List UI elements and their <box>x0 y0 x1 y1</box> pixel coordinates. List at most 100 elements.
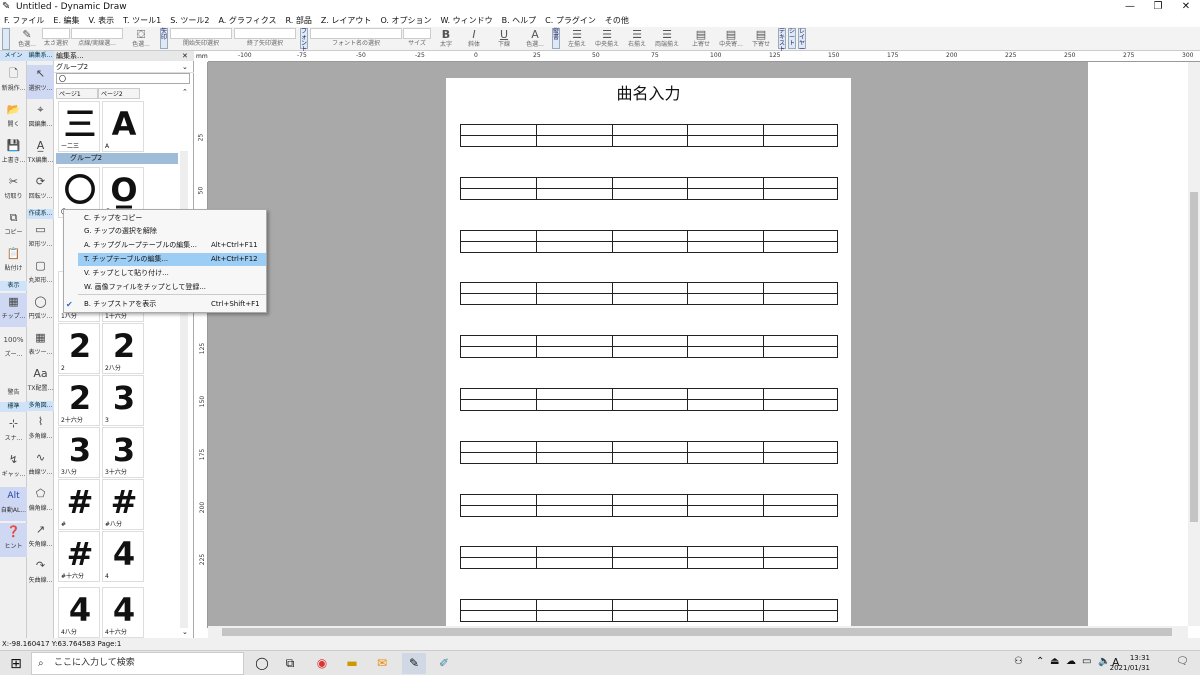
explorer-icon[interactable]: ▬ <box>340 653 364 674</box>
tray-up-icon[interactable]: ⌃ <box>1036 656 1044 667</box>
menu-view[interactable]: V. 表示 <box>89 14 115 27</box>
staff-table[interactable] <box>460 124 838 147</box>
text-vtab[interactable]: テキスト <box>778 28 786 53</box>
menu-layout[interactable]: Z. レイアウト <box>321 14 372 27</box>
cortana-icon[interactable]: ◯ <box>250 653 274 674</box>
staff-table[interactable] <box>460 599 838 623</box>
menu-tool2[interactable]: S. ツール2 <box>170 14 209 27</box>
snap-button[interactable]: ⊹ スナ... <box>0 415 27 449</box>
group-row[interactable]: グループ2 <box>56 153 178 164</box>
tab-page1[interactable]: ページ1 <box>56 88 98 99</box>
text-place-tool[interactable]: Aa TX配置... <box>27 365 54 399</box>
layer-vtab[interactable]: レイヤー <box>798 28 806 53</box>
rotate-tool[interactable]: ⟳ 回転ツ... <box>27 173 54 207</box>
windows-start-icon[interactable]: ⊞ <box>6 654 26 674</box>
staff-table[interactable] <box>460 229 838 253</box>
usb-icon[interactable]: ⏏ <box>1050 656 1059 667</box>
chip-tile[interactable]: 33 <box>102 375 144 426</box>
font-name-select[interactable]: フォント名の選択 <box>310 28 402 50</box>
network-icon[interactable]: ▭ <box>1082 656 1091 667</box>
menu-other[interactable]: その他 <box>605 14 629 27</box>
outlook-icon[interactable]: ✉ <box>370 653 394 674</box>
menu-plugin[interactable]: C. プラグイン <box>545 14 596 27</box>
chip-tile[interactable]: 3 3八分 <box>58 427 100 478</box>
fill-color-select[interactable]: ⛋ 色選... <box>126 28 156 50</box>
chrome-icon[interactable]: ◉ <box>310 653 334 674</box>
song-title[interactable]: 曲名入力 <box>446 80 851 104</box>
chip-tile[interactable]: # # <box>58 479 100 530</box>
line-width-select[interactable]: 太さ選択 <box>42 28 70 50</box>
context-menu-item[interactable]: C. チップをコピー <box>78 212 266 225</box>
chip-tile[interactable]: 4 4十六分 <box>102 587 144 638</box>
valign-bottom-button[interactable]: ▤ 下寄せ <box>748 28 774 50</box>
cut-button[interactable]: ✂ 切取り <box>0 173 27 207</box>
drawing-canvas[interactable]: 曲名入力 <box>208 62 1088 626</box>
chip-tile[interactable]: 3 3十六分 <box>102 427 144 478</box>
scroll-down-icon[interactable]: ⌄ <box>182 628 188 636</box>
dynamic-draw-icon[interactable]: ✎ <box>402 653 426 674</box>
context-menu-item[interactable]: T. チップテーブルの編集... Alt+Ctrl+F12 <box>78 253 266 266</box>
zoom-select[interactable]: 100% ズー... <box>0 331 27 365</box>
hint-button[interactable]: ❓ ヒント <box>0 523 27 557</box>
end-arrow-select[interactable]: 終了矢印選択 <box>234 28 296 50</box>
auto-align-button[interactable]: Alt 自動AL... <box>0 487 27 521</box>
chip-tile[interactable]: 44 <box>102 531 144 582</box>
arrow-line-tool[interactable]: ↗ 矢角線... <box>27 521 54 555</box>
line-type-select[interactable]: 点線/実線選... <box>71 28 123 50</box>
copy-button[interactable]: ⧉ コピー <box>0 209 27 243</box>
staff-table[interactable] <box>460 282 838 306</box>
open-button[interactable]: 📂 開く <box>0 101 27 135</box>
chip-tile[interactable]: 三ー二三 <box>58 101 100 152</box>
bold-button[interactable]: B 太字 <box>434 28 458 50</box>
align-center-button[interactable]: ☰ 中央揃え <box>592 28 622 50</box>
line-color-select[interactable]: ✎ 色選... <box>12 28 42 50</box>
people-icon[interactable]: ⚇ <box>1014 656 1023 667</box>
chip-tile[interactable]: # #十六分 <box>58 531 100 582</box>
arrow-vtab[interactable]: 矢印 <box>160 28 168 49</box>
close-button[interactable]: ✕ <box>1172 0 1200 14</box>
context-menu-item[interactable]: A. チップグループテーブルの編集... Alt+Ctrl+F11 <box>78 239 266 252</box>
menu-window[interactable]: W. ウィンドウ <box>441 14 493 27</box>
notification-icon[interactable]: 🗨 <box>1176 656 1189 667</box>
round-rect-tool[interactable]: ▢ 丸矩形... <box>27 257 54 291</box>
text-color-select[interactable]: A 色選... <box>520 28 550 50</box>
valign-top-button[interactable]: ▤ 上寄せ <box>688 28 714 50</box>
rect-tool[interactable]: ▭ 矩形ツ... <box>27 221 54 255</box>
menu-help[interactable]: B. ヘルプ <box>502 14 537 27</box>
staff-table[interactable] <box>460 176 838 200</box>
taskbar-search[interactable]: ⌕ ここに入力して検索 <box>31 652 244 675</box>
vertical-scrollbar[interactable] <box>1188 62 1200 626</box>
paste-button[interactable]: 📋 貼付け <box>0 245 27 279</box>
tab-page2[interactable]: ページ2 <box>98 88 140 99</box>
shape-edit-tool[interactable]: ⌖ 図編集... <box>27 101 54 135</box>
chip-tile[interactable]: # #八分 <box>102 479 144 530</box>
font-vtab[interactable]: フォント <box>300 28 308 53</box>
menu-graphics[interactable]: A. グラフィクス <box>218 14 276 27</box>
staff-table[interactable] <box>460 493 838 517</box>
document-page[interactable]: 曲名入力 <box>446 78 851 626</box>
fan-poly-tool[interactable]: ⬠ 偏角線... <box>27 485 54 519</box>
horizontal-scrollbar[interactable] <box>208 626 1188 638</box>
start-arrow-select[interactable]: 開始矢印選択 <box>170 28 232 50</box>
justify-button[interactable]: ☰ 両端揃え <box>652 28 682 50</box>
menu-file[interactable]: F. ファイル <box>4 14 44 27</box>
chip-tile[interactable]: 4 4八分 <box>58 587 100 638</box>
chip-tile[interactable]: AA <box>102 101 144 152</box>
underline-button[interactable]: U 下線 <box>492 28 516 50</box>
context-menu-item[interactable]: V. チップとして貼り付け... <box>78 267 266 280</box>
align-right-button[interactable]: ☰ 右揃え <box>623 28 651 50</box>
context-menu-item[interactable]: G. チップの選択を解除 <box>78 225 266 238</box>
menu-options[interactable]: O. オプション <box>380 14 431 27</box>
align-left-button[interactable]: ☰ 左揃え <box>563 28 591 50</box>
italic-button[interactable]: I 斜体 <box>462 28 486 50</box>
clock[interactable]: 13:31 2021/01/31 <box>1110 653 1150 673</box>
task-view-icon[interactable]: ⧉ <box>278 653 302 674</box>
staff-table[interactable] <box>460 546 838 570</box>
minimize-button[interactable]: — <box>1116 0 1144 14</box>
chip-tile[interactable]: 22 <box>58 323 100 374</box>
chip-search-input[interactable]: 〇 <box>56 73 190 84</box>
font-size-select[interactable]: サイズ <box>403 28 431 50</box>
cloud-icon[interactable]: ☁ <box>1066 656 1076 667</box>
ellipse-tool[interactable]: ◯ 円弧ツ... <box>27 293 54 327</box>
group-selector[interactable]: グループ2 ⌄ <box>54 62 194 73</box>
